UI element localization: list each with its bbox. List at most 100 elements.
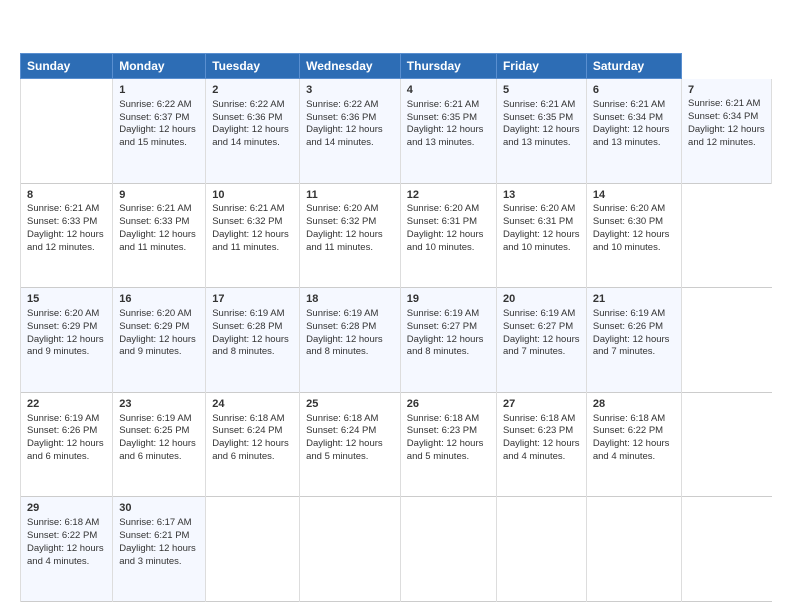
sunset: Sunset: 6:29 PM <box>27 321 97 332</box>
sunset: Sunset: 6:27 PM <box>407 321 477 332</box>
day-header-wednesday: Wednesday <box>300 54 401 79</box>
day-header-thursday: Thursday <box>400 54 496 79</box>
sunrise: Sunrise: 6:19 AM <box>212 308 284 319</box>
calendar-day-cell: 22Sunrise: 6:19 AMSunset: 6:26 PMDayligh… <box>21 392 113 497</box>
day-number: 24 <box>212 397 293 412</box>
daylight: Daylight: 12 hours and 12 minutes. <box>27 229 104 253</box>
day-number: 30 <box>119 501 199 516</box>
daylight: Daylight: 12 hours and 10 minutes. <box>503 229 580 253</box>
calendar-day-cell: 9Sunrise: 6:21 AMSunset: 6:33 PMDaylight… <box>113 183 206 288</box>
calendar-day-cell: 28Sunrise: 6:18 AMSunset: 6:22 PMDayligh… <box>586 392 681 497</box>
day-number: 27 <box>503 397 580 412</box>
day-number: 28 <box>593 397 675 412</box>
day-number: 16 <box>119 292 199 307</box>
calendar-day-cell: 5Sunrise: 6:21 AMSunset: 6:35 PMDaylight… <box>496 79 586 184</box>
sunset: Sunset: 6:28 PM <box>212 321 282 332</box>
day-number: 5 <box>503 83 580 98</box>
daylight: Daylight: 12 hours and 4 minutes. <box>503 438 580 462</box>
calendar-day-cell: 15Sunrise: 6:20 AMSunset: 6:29 PMDayligh… <box>21 288 113 393</box>
sunset: Sunset: 6:23 PM <box>407 425 477 436</box>
day-number: 7 <box>688 83 765 98</box>
calendar-week-row: 22Sunrise: 6:19 AMSunset: 6:26 PMDayligh… <box>21 392 772 497</box>
calendar-day-cell: 12Sunrise: 6:20 AMSunset: 6:31 PMDayligh… <box>400 183 496 288</box>
sunset: Sunset: 6:27 PM <box>503 321 573 332</box>
calendar-day-cell: 23Sunrise: 6:19 AMSunset: 6:25 PMDayligh… <box>113 392 206 497</box>
daylight: Daylight: 12 hours and 13 minutes. <box>503 124 580 148</box>
sunset: Sunset: 6:35 PM <box>503 112 573 123</box>
sunrise: Sunrise: 6:21 AM <box>119 203 191 214</box>
day-header-saturday: Saturday <box>586 54 681 79</box>
sunset: Sunset: 6:36 PM <box>306 112 376 123</box>
logo-icon <box>84 0 106 2</box>
sunrise: Sunrise: 6:21 AM <box>593 99 665 110</box>
calendar-day-cell: 30Sunrise: 6:17 AMSunset: 6:21 PMDayligh… <box>113 497 206 602</box>
calendar-day-cell: 1Sunrise: 6:22 AMSunset: 6:37 PMDaylight… <box>113 79 206 184</box>
calendar-week-row: 15Sunrise: 6:20 AMSunset: 6:29 PMDayligh… <box>21 288 772 393</box>
day-header-sunday: Sunday <box>21 54 113 79</box>
sunset: Sunset: 6:24 PM <box>306 425 376 436</box>
sunrise: Sunrise: 6:17 AM <box>119 517 191 528</box>
daylight: Daylight: 12 hours and 13 minutes. <box>593 124 670 148</box>
day-number: 21 <box>593 292 675 307</box>
calendar-week-row: 1Sunrise: 6:22 AMSunset: 6:37 PMDaylight… <box>21 79 772 184</box>
day-number: 9 <box>119 188 199 203</box>
daylight: Daylight: 12 hours and 6 minutes. <box>27 438 104 462</box>
day-number: 22 <box>27 397 106 412</box>
daylight: Daylight: 12 hours and 9 minutes. <box>119 334 196 358</box>
calendar-day-cell: 8Sunrise: 6:21 AMSunset: 6:33 PMDaylight… <box>21 183 113 288</box>
calendar-day-cell: 27Sunrise: 6:18 AMSunset: 6:23 PMDayligh… <box>496 392 586 497</box>
daylight: Daylight: 12 hours and 5 minutes. <box>306 438 383 462</box>
daylight: Daylight: 12 hours and 11 minutes. <box>306 229 383 253</box>
sunrise: Sunrise: 6:19 AM <box>593 308 665 319</box>
day-number: 3 <box>306 83 394 98</box>
calendar-day-cell: 16Sunrise: 6:20 AMSunset: 6:29 PMDayligh… <box>113 288 206 393</box>
daylight: Daylight: 12 hours and 7 minutes. <box>503 334 580 358</box>
calendar-day-cell <box>400 497 496 602</box>
sunset: Sunset: 6:22 PM <box>593 425 663 436</box>
calendar-day-cell: 14Sunrise: 6:20 AMSunset: 6:30 PMDayligh… <box>586 183 681 288</box>
daylight: Daylight: 12 hours and 12 minutes. <box>688 124 765 148</box>
sunset: Sunset: 6:26 PM <box>593 321 663 332</box>
calendar-day-cell: 17Sunrise: 6:19 AMSunset: 6:28 PMDayligh… <box>206 288 300 393</box>
day-number: 15 <box>27 292 106 307</box>
daylight: Daylight: 12 hours and 9 minutes. <box>27 334 104 358</box>
sunset: Sunset: 6:36 PM <box>212 112 282 123</box>
daylight: Daylight: 12 hours and 4 minutes. <box>27 543 104 567</box>
calendar-day-cell: 6Sunrise: 6:21 AMSunset: 6:34 PMDaylight… <box>586 79 681 184</box>
daylight: Daylight: 12 hours and 10 minutes. <box>407 229 484 253</box>
daylight: Daylight: 12 hours and 11 minutes. <box>119 229 196 253</box>
daylight: Daylight: 12 hours and 7 minutes. <box>593 334 670 358</box>
sunset: Sunset: 6:28 PM <box>306 321 376 332</box>
sunrise: Sunrise: 6:22 AM <box>212 99 284 110</box>
sunrise: Sunrise: 6:20 AM <box>503 203 575 214</box>
calendar-day-cell: 11Sunrise: 6:20 AMSunset: 6:32 PMDayligh… <box>300 183 401 288</box>
day-number: 6 <box>593 83 675 98</box>
daylight: Daylight: 12 hours and 11 minutes. <box>212 229 289 253</box>
calendar-day-cell: 25Sunrise: 6:18 AMSunset: 6:24 PMDayligh… <box>300 392 401 497</box>
sunrise: Sunrise: 6:18 AM <box>27 517 99 528</box>
day-number: 18 <box>306 292 394 307</box>
sunrise: Sunrise: 6:18 AM <box>407 413 479 424</box>
calendar-day-cell <box>496 497 586 602</box>
sunset: Sunset: 6:35 PM <box>407 112 477 123</box>
sunrise: Sunrise: 6:20 AM <box>593 203 665 214</box>
daylight: Daylight: 12 hours and 14 minutes. <box>306 124 383 148</box>
day-number: 20 <box>503 292 580 307</box>
day-number: 25 <box>306 397 394 412</box>
calendar-day-cell: 10Sunrise: 6:21 AMSunset: 6:32 PMDayligh… <box>206 183 300 288</box>
sunrise: Sunrise: 6:22 AM <box>119 99 191 110</box>
calendar-header-row: SundayMondayTuesdayWednesdayThursdayFrid… <box>21 54 772 79</box>
calendar-day-cell <box>586 497 681 602</box>
day-number: 29 <box>27 501 106 516</box>
sunset: Sunset: 6:22 PM <box>27 530 97 541</box>
daylight: Daylight: 12 hours and 15 minutes. <box>119 124 196 148</box>
day-number: 1 <box>119 83 199 98</box>
sunset: Sunset: 6:30 PM <box>593 216 663 227</box>
sunset: Sunset: 6:21 PM <box>119 530 189 541</box>
sunrise: Sunrise: 6:18 AM <box>212 413 284 424</box>
sunrise: Sunrise: 6:22 AM <box>306 99 378 110</box>
daylight: Daylight: 12 hours and 14 minutes. <box>212 124 289 148</box>
calendar-day-cell: 3Sunrise: 6:22 AM Sunset: 6:36 PMDaylight… <box>300 79 401 184</box>
sunrise: Sunrise: 6:19 AM <box>119 413 191 424</box>
calendar-day-cell: 18Sunrise: 6:19 AMSunset: 6:28 PMDayligh… <box>300 288 401 393</box>
